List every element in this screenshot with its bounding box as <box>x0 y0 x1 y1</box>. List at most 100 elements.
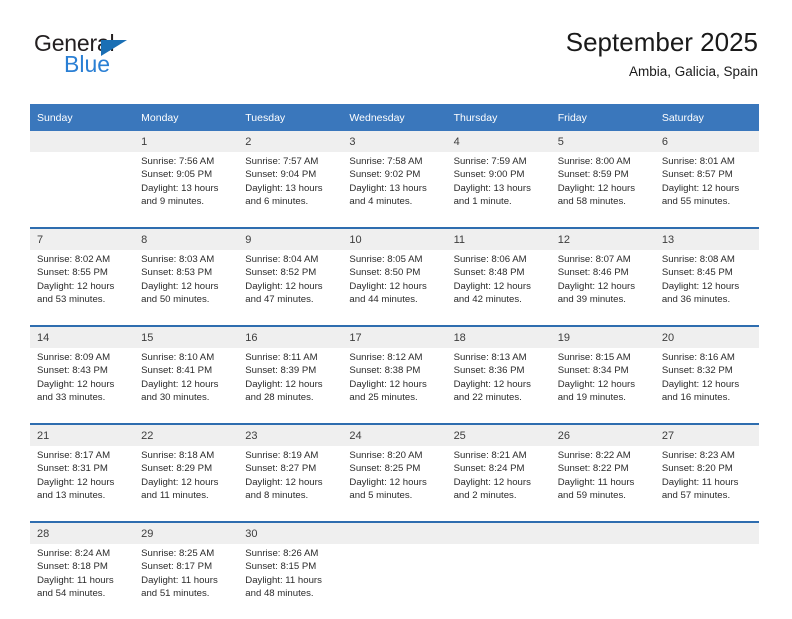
sunset-text: Sunset: 8:27 PM <box>245 463 317 475</box>
day-number[interactable]: 18 <box>446 327 551 348</box>
day-cell[interactable]: Sunrise: 7:57 AM Sunset: 9:04 PM Daylight:… <box>238 152 343 227</box>
day-number[interactable]: 8 <box>134 229 239 250</box>
day-number-row: 21 22 23 24 25 26 27 <box>30 425 759 446</box>
day-number[interactable]: 3 <box>342 131 447 152</box>
day-cell[interactable]: Sunrise: 8:22 AM Sunset: 8:22 PM Daylight:… <box>550 446 655 521</box>
day-number[interactable]: 2 <box>238 131 343 152</box>
day-cell[interactable]: Sunrise: 8:17 AM Sunset: 8:31 PM Daylight:… <box>30 446 135 521</box>
daylight-text-line1: Daylight: 11 hours <box>141 574 218 586</box>
day-cell[interactable]: Sunrise: 8:08 AM Sunset: 8:45 PM Daylight:… <box>654 250 759 325</box>
day-detail-row: Sunrise: 8:17 AM Sunset: 8:31 PM Daylight:… <box>30 446 759 521</box>
day-cell[interactable]: Sunrise: 8:13 AM Sunset: 8:36 PM Daylight:… <box>446 348 551 423</box>
day-cell[interactable]: Sunrise: 8:03 AM Sunset: 8:53 PM Daylight:… <box>134 250 239 325</box>
day-number[interactable]: 4 <box>446 131 551 152</box>
day-number[interactable]: 15 <box>134 327 239 348</box>
daylight-text-line2: and 30 minutes. <box>141 392 210 404</box>
day-number[interactable]: 30 <box>238 523 343 544</box>
day-cell[interactable]: Sunrise: 8:19 AM Sunset: 8:27 PM Daylight:… <box>238 446 343 521</box>
day-number[interactable]: 28 <box>30 523 135 544</box>
sunset-text: Sunset: 8:31 PM <box>37 463 108 475</box>
day-cell[interactable]: Sunrise: 8:02 AM Sunset: 8:55 PM Daylight:… <box>30 250 135 325</box>
day-number[interactable]: 10 <box>342 229 447 250</box>
daylight-text-line2: and 33 minutes. <box>37 392 106 404</box>
day-number[interactable]: 7 <box>30 229 135 250</box>
daylight-text-line1: Daylight: 11 hours <box>245 574 322 586</box>
daylight-text-line1: Daylight: 12 hours <box>37 280 115 292</box>
day-cell[interactable]: Sunrise: 8:25 AM Sunset: 8:17 PM Daylight:… <box>134 544 239 619</box>
daylight-text-line1: Daylight: 12 hours <box>245 280 323 292</box>
day-number[interactable]: 23 <box>238 425 343 446</box>
daylight-text-line2: and 57 minutes. <box>661 490 731 502</box>
day-number[interactable]: 26 <box>550 425 655 446</box>
day-cell[interactable]: Sunrise: 8:20 AM Sunset: 8:25 PM Daylight:… <box>342 446 447 521</box>
day-cell[interactable]: Sunrise: 8:09 AM Sunset: 8:43 PM Daylight:… <box>30 348 135 423</box>
day-number[interactable]: 14 <box>30 327 135 348</box>
day-cell[interactable]: Sunrise: 8:10 AM Sunset: 8:41 PM Daylight:… <box>134 348 239 423</box>
day-number[interactable]: 20 <box>654 327 759 348</box>
sunrise-text: Sunrise: 8:13 AM <box>453 352 527 363</box>
day-cell[interactable]: Sunrise: 8:16 AM Sunset: 8:32 PM Daylight:… <box>654 348 759 423</box>
day-number[interactable]: 21 <box>30 425 135 446</box>
day-cell[interactable]: Sunrise: 8:04 AM Sunset: 8:52 PM Daylight:… <box>238 250 343 325</box>
daylight-text-line1: Daylight: 12 hours <box>245 476 323 488</box>
sunrise-text: Sunrise: 8:06 AM <box>453 254 527 265</box>
day-number[interactable]: 24 <box>342 425 447 446</box>
day-number[interactable]: 11 <box>446 229 551 250</box>
title-block: September 2025 Ambia, Galicia, Spain <box>566 26 758 82</box>
daylight-text-line2: and 4 minutes. <box>349 196 413 208</box>
day-number[interactable]: 16 <box>238 327 343 348</box>
sunrise-text: Sunrise: 8:19 AM <box>245 450 319 461</box>
day-number[interactable]: 29 <box>134 523 239 544</box>
general-blue-logo[interactable]: General Blue <box>34 30 214 86</box>
day-number[interactable]: 1 <box>134 131 239 152</box>
weekday-header-monday: Monday <box>134 104 239 131</box>
daylight-text-line2: and 5 minutes. <box>349 490 413 502</box>
daylight-text-line1: Daylight: 12 hours <box>661 378 740 390</box>
sunset-text: Sunset: 8:59 PM <box>557 169 629 181</box>
day-cell[interactable]: Sunrise: 8:24 AM Sunset: 8:18 PM Daylight:… <box>30 544 135 619</box>
daylight-text-line2: and 48 minutes. <box>245 588 314 600</box>
day-number[interactable]: 5 <box>550 131 655 152</box>
day-number[interactable]: 19 <box>550 327 655 348</box>
daylight-text-line2: and 28 minutes. <box>245 392 314 404</box>
daylight-text-line2: and 16 minutes. <box>661 392 731 404</box>
day-cell[interactable]: Sunrise: 7:56 AM Sunset: 9:05 PM Daylight:… <box>134 152 239 227</box>
sunrise-text: Sunrise: 8:17 AM <box>37 450 111 461</box>
day-cell[interactable]: Sunrise: 8:15 AM Sunset: 8:34 PM Daylight:… <box>550 348 655 423</box>
sunset-text: Sunset: 8:57 PM <box>661 169 733 181</box>
day-cell[interactable]: Sunrise: 8:06 AM Sunset: 8:48 PM Daylight:… <box>446 250 551 325</box>
daylight-text-line1: Daylight: 12 hours <box>349 280 427 292</box>
sunset-text: Sunset: 9:04 PM <box>245 169 317 181</box>
day-number-empty <box>550 523 655 544</box>
day-cell[interactable]: Sunrise: 8:05 AM Sunset: 8:50 PM Daylight:… <box>342 250 447 325</box>
daylight-text-line2: and 39 minutes. <box>557 294 626 306</box>
daylight-text-line2: and 42 minutes. <box>453 294 522 306</box>
day-number[interactable]: 13 <box>654 229 759 250</box>
day-cell[interactable]: Sunrise: 7:58 AM Sunset: 9:02 PM Daylight:… <box>342 152 447 227</box>
day-cell[interactable]: Sunrise: 8:23 AM Sunset: 8:20 PM Daylight:… <box>654 446 759 521</box>
daylight-text-line2: and 36 minutes. <box>661 294 731 306</box>
day-cell[interactable]: Sunrise: 8:11 AM Sunset: 8:39 PM Daylight:… <box>238 348 343 423</box>
day-number[interactable]: 22 <box>134 425 239 446</box>
day-number-row: 28 29 30 <box>30 523 759 544</box>
calendar-body: 1 2 3 4 5 6 Sunrise: 7:56 AM Sunset: 9:05 PM Day… <box>30 131 759 619</box>
day-cell[interactable]: Sunrise: 7:59 AM Sunset: 9:00 PM Daylight:… <box>446 152 551 227</box>
day-number[interactable]: 27 <box>654 425 759 446</box>
day-cell[interactable]: Sunrise: 8:26 AM Sunset: 8:15 PM Daylight:… <box>238 544 343 619</box>
day-number[interactable]: 25 <box>446 425 551 446</box>
sunset-text: Sunset: 8:24 PM <box>453 463 525 475</box>
sunset-text: Sunset: 8:46 PM <box>557 267 629 279</box>
day-number[interactable]: 17 <box>342 327 447 348</box>
day-cell[interactable]: Sunrise: 8:00 AM Sunset: 8:59 PM Daylight:… <box>550 152 655 227</box>
sunset-text: Sunset: 8:39 PM <box>245 365 317 377</box>
day-number[interactable]: 9 <box>238 229 343 250</box>
day-cell[interactable]: Sunrise: 8:18 AM Sunset: 8:29 PM Daylight:… <box>134 446 239 521</box>
day-number-row: 123456 <box>30 131 759 152</box>
day-number[interactable]: 6 <box>654 131 759 152</box>
day-number[interactable]: 12 <box>550 229 655 250</box>
daylight-text-line2: and 8 minutes. <box>245 490 309 502</box>
day-cell[interactable]: Sunrise: 8:01 AM Sunset: 8:57 PM Daylight:… <box>654 152 759 227</box>
day-cell[interactable]: Sunrise: 8:07 AM Sunset: 8:46 PM Daylight:… <box>550 250 655 325</box>
day-cell[interactable]: Sunrise: 8:21 AM Sunset: 8:24 PM Daylight:… <box>446 446 551 521</box>
day-cell[interactable]: Sunrise: 8:12 AM Sunset: 8:38 PM Daylight:… <box>342 348 447 423</box>
